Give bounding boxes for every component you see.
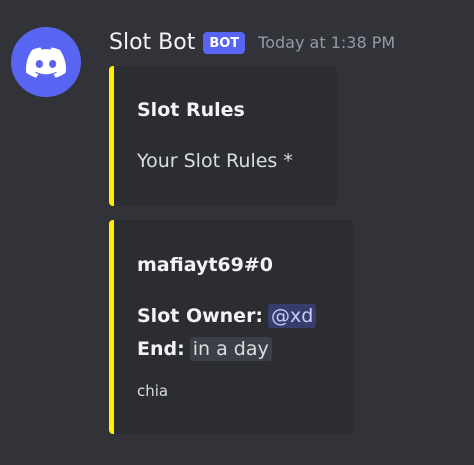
embed-title: mafiayt69#0 xyxy=(137,254,273,276)
field-slot-owner: Slot Owner: @xd xyxy=(137,304,317,328)
embed-slot-rules: Slot Rules Your Slot Rules * xyxy=(109,66,337,206)
discord-logo-icon xyxy=(26,46,66,78)
message-timestamp[interactable]: Today at 1:38 PM xyxy=(258,33,395,52)
embed-title: Slot Rules xyxy=(137,99,245,121)
embed-slot-info: mafiayt69#0 Slot Owner: @xd End: in a da… xyxy=(109,220,354,434)
embed-description: Your Slot Rules * xyxy=(137,150,293,172)
bot-avatar[interactable] xyxy=(11,27,81,97)
user-mention[interactable]: @xd xyxy=(268,304,317,328)
embed-footer: chia xyxy=(137,382,169,400)
message-header: Slot Bot BOT Today at 1:38 PM xyxy=(109,30,395,55)
field-label: Slot Owner: xyxy=(137,305,264,327)
relative-timestamp[interactable]: in a day xyxy=(189,337,272,361)
field-end: End: in a day xyxy=(137,337,272,361)
username[interactable]: Slot Bot xyxy=(109,30,195,55)
bot-badge: BOT xyxy=(203,31,246,54)
field-label: End: xyxy=(137,338,185,360)
